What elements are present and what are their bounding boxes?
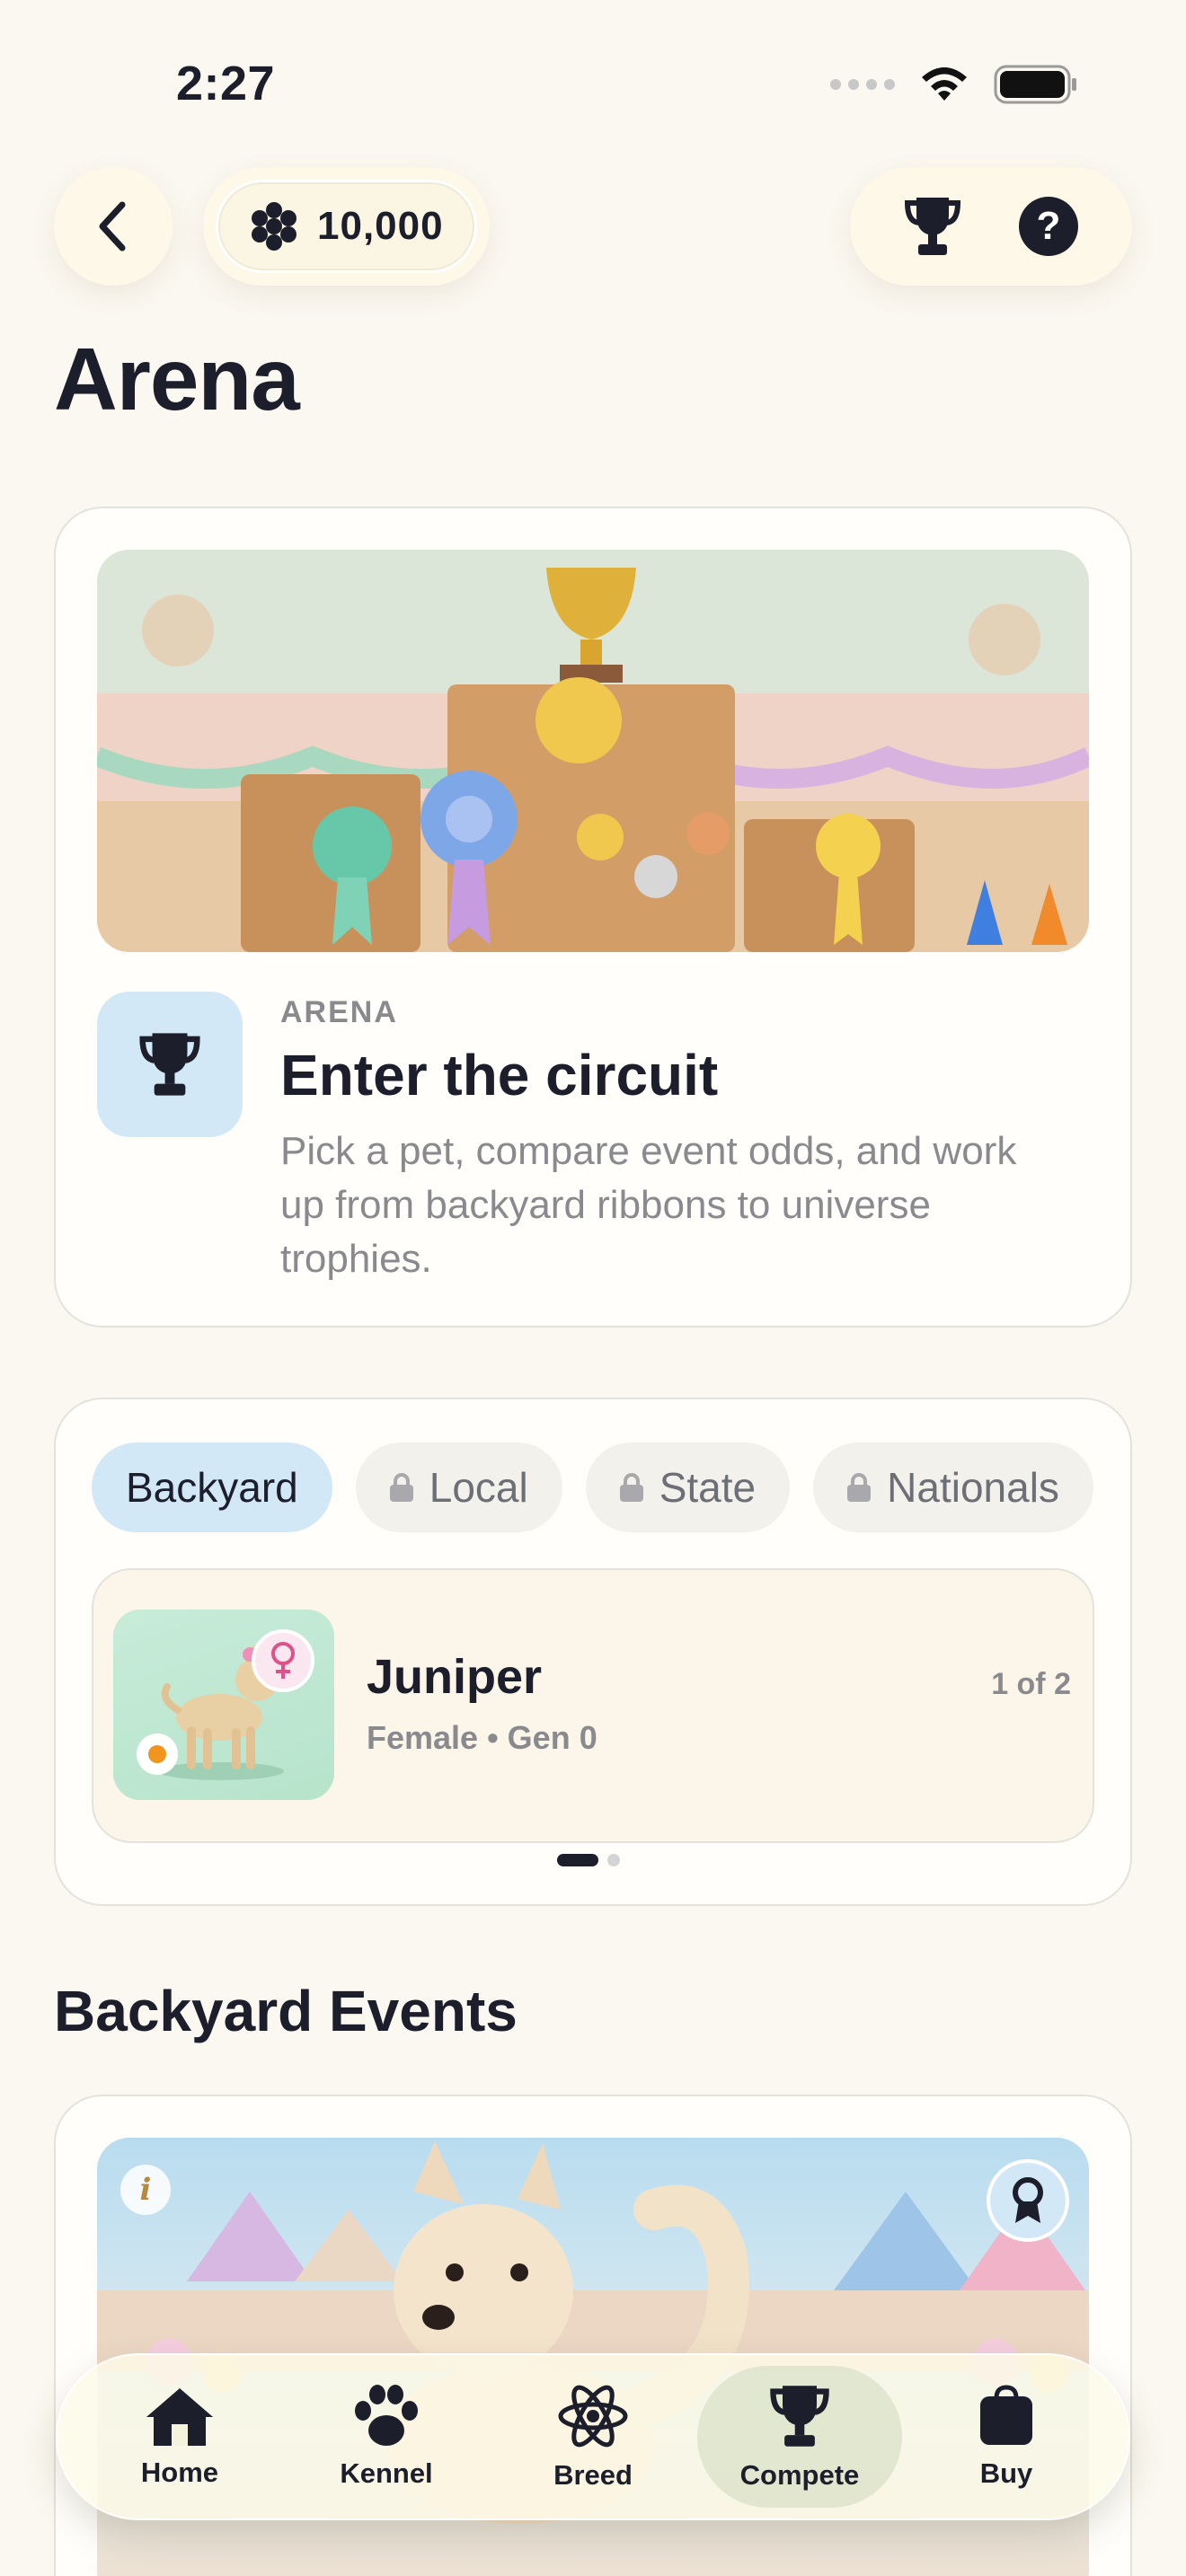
nav-label: Breed bbox=[553, 2459, 633, 2491]
podium-scene-image bbox=[97, 550, 1089, 952]
tab-nationals[interactable]: Nationals bbox=[813, 1442, 1093, 1532]
arena-icon-tile bbox=[97, 992, 243, 1137]
intro-description: Pick a pet, compare event odds, and work… bbox=[280, 1129, 1017, 1281]
tab-label: State bbox=[659, 1464, 757, 1511]
page-title: Arena bbox=[54, 330, 300, 428]
lock-icon bbox=[389, 1473, 413, 1502]
shopping-bag-icon bbox=[980, 2385, 1032, 2445]
intro-title: Enter the circuit bbox=[280, 1043, 719, 1107]
tab-backyard[interactable]: Backyard bbox=[92, 1442, 332, 1532]
paw-icon bbox=[355, 2385, 418, 2446]
trophy-icon bbox=[139, 1033, 200, 1096]
nav-compete[interactable]: Compete bbox=[697, 2366, 902, 2508]
page-dot bbox=[607, 1854, 620, 1866]
bottom-tab-bar: Home Kennel Breed Compete Buy bbox=[56, 2353, 1130, 2520]
nav-label: Buy bbox=[979, 2457, 1033, 2489]
cellular-signal-icon bbox=[830, 79, 895, 90]
chevron-left-icon bbox=[99, 201, 126, 251]
back-button[interactable] bbox=[54, 167, 173, 286]
trophy-button[interactable] bbox=[904, 194, 961, 259]
nav-kennel[interactable]: Kennel bbox=[284, 2366, 489, 2508]
trophy-icon bbox=[770, 2386, 829, 2447]
wifi-icon bbox=[922, 67, 967, 101]
pet-status-indicator bbox=[137, 1734, 178, 1775]
female-symbol-icon bbox=[271, 1642, 295, 1679]
pet-name: Juniper bbox=[367, 1650, 543, 1704]
nav-label: Home bbox=[140, 2457, 219, 2488]
battery-icon bbox=[994, 65, 1076, 104]
coin-balance[interactable]: 10,000 bbox=[203, 167, 490, 286]
atom-icon bbox=[558, 2385, 628, 2448]
nav-home[interactable]: Home bbox=[77, 2366, 282, 2508]
paw-coins-icon bbox=[252, 202, 296, 251]
pet-meta: Female • Gen 0 bbox=[367, 1719, 597, 1756]
intro-eyebrow: ARENA bbox=[280, 995, 398, 1029]
lock-icon bbox=[619, 1473, 643, 1502]
events-section-title: Backyard Events bbox=[54, 1979, 518, 2043]
award-ribbon-badge bbox=[987, 2159, 1069, 2242]
tab-local[interactable]: Local bbox=[355, 1442, 562, 1532]
tab-label: Nationals bbox=[887, 1464, 1059, 1511]
help-button[interactable]: ? bbox=[1019, 197, 1078, 256]
award-ribbon-icon bbox=[1013, 2177, 1043, 2223]
tab-label: Backyard bbox=[126, 1464, 298, 1511]
info-button[interactable]: i bbox=[120, 2165, 171, 2215]
header-actions: ? bbox=[850, 167, 1132, 286]
status-icons bbox=[830, 65, 1078, 104]
tier-tabs: Backyard Local State Nationals bbox=[92, 1442, 1094, 1532]
arena-podium-illustration bbox=[97, 550, 1089, 952]
page-dot-active bbox=[557, 1854, 598, 1866]
nav-buy[interactable]: Buy bbox=[904, 2366, 1109, 2508]
coin-amount: 10,000 bbox=[317, 204, 444, 248]
tab-state[interactable]: State bbox=[585, 1442, 791, 1532]
status-time: 2:27 bbox=[176, 57, 276, 110]
lock-icon bbox=[847, 1473, 872, 1502]
pet-page-indicator[interactable] bbox=[557, 1854, 620, 1866]
nav-label: Compete bbox=[739, 2459, 860, 2491]
pet-pager-count: 1 of 2 bbox=[991, 1667, 1071, 1701]
tab-label: Local bbox=[429, 1464, 528, 1511]
home-icon bbox=[146, 2388, 213, 2446]
female-badge bbox=[252, 1629, 314, 1692]
nav-breed[interactable]: Breed bbox=[491, 2366, 695, 2508]
nav-label: Kennel bbox=[340, 2457, 433, 2489]
